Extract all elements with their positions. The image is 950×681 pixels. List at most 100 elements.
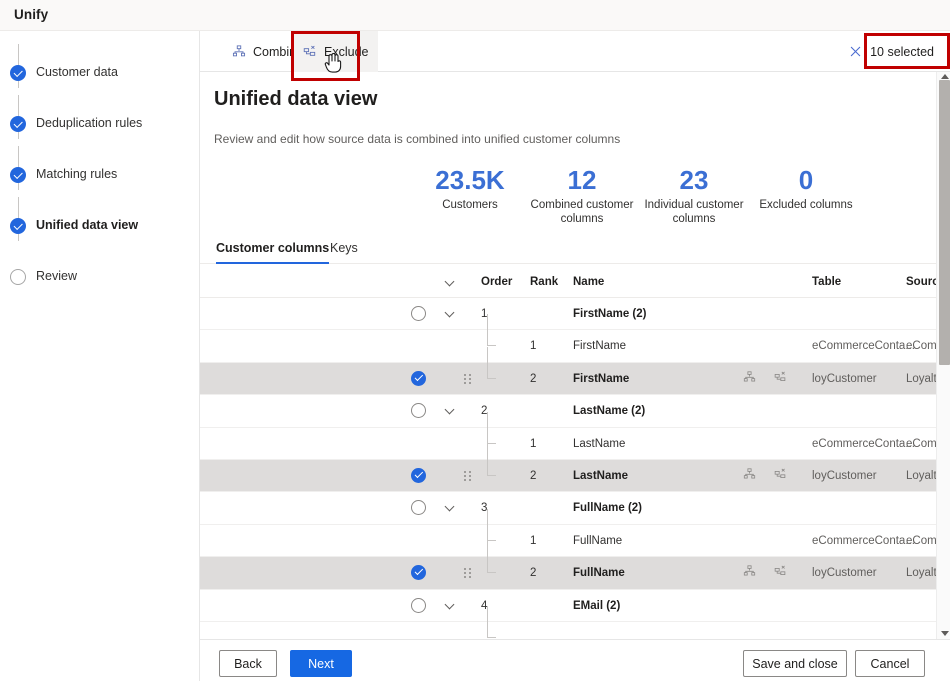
chevron-down-icon[interactable]: [446, 309, 455, 318]
sidebar-item-label: Matching rules: [36, 167, 118, 181]
tab-strip: Customer columns Keys: [200, 232, 950, 264]
tab-keys[interactable]: Keys: [330, 232, 358, 264]
kpi-caption: Individual customer columns: [644, 199, 744, 225]
cell-table: eCommerceConta...: [812, 340, 915, 353]
drag-handle-icon[interactable]: [464, 470, 471, 481]
row-checkbox[interactable]: [411, 403, 426, 419]
tree-connector: [487, 541, 496, 574]
table-header-row: Order Rank Name Table Source: [200, 268, 950, 298]
sidebar-item-review[interactable]: Review: [10, 267, 200, 289]
row-checkbox-checked[interactable]: [411, 370, 426, 386]
back-button[interactable]: Back: [219, 650, 277, 677]
column-header-order[interactable]: Order: [481, 276, 512, 288]
chevron-down-icon[interactable]: [446, 503, 455, 512]
table-row[interactable]: 1 LastName eCommerceConta... eCommerce: [200, 411, 950, 460]
column-header-rank[interactable]: Rank: [530, 276, 558, 288]
kpi-caption: Customers: [442, 199, 498, 211]
combine-icon: [232, 44, 246, 59]
tab-customer-columns[interactable]: Customer columns: [216, 232, 330, 264]
row-actions: [743, 565, 787, 578]
cell-table: eCommerceConta...: [812, 534, 915, 547]
cell-name: FirstName (2): [573, 308, 647, 320]
table-row-group[interactable]: 2 LastName (2): [200, 395, 950, 428]
scrollbar-thumb[interactable]: [939, 80, 950, 365]
clear-selection-button[interactable]: 10 selected: [839, 31, 944, 72]
next-button[interactable]: Next: [290, 650, 352, 677]
table-row[interactable]: 2 FirstName loyCustomer Loyalt: [200, 346, 950, 396]
tree-connector: [487, 508, 496, 541]
cell-table: loyCustomer: [812, 372, 877, 385]
page-title: Unified data view: [214, 88, 378, 110]
kpi-customers: 23.5K Customers: [414, 164, 526, 212]
table-row[interactable]: 1 FullName eCommerceConta... eCommerce: [200, 508, 950, 558]
customer-columns-table: Order Rank Name Table Source 1 FirstName…: [200, 268, 950, 639]
combine-icon[interactable]: [743, 565, 756, 578]
chevron-down-icon[interactable]: [446, 406, 455, 415]
cell-table: eCommerceConta...: [812, 437, 915, 450]
close-icon: [849, 45, 862, 58]
sidebar-item-matching-rules[interactable]: Matching rules: [10, 165, 200, 187]
cell-table: loyCustomer: [812, 567, 877, 580]
table-row[interactable]: 1 FirstName eCommerceConta... eCommerce: [200, 314, 950, 363]
drag-handle-icon[interactable]: [464, 568, 471, 579]
cell-rank: 1: [530, 340, 537, 353]
row-checkbox-checked[interactable]: [411, 565, 426, 581]
command-bar: Combine Exclude 10 selected: [200, 31, 950, 72]
tree-connector: [487, 605, 496, 638]
step-complete-icon: [10, 218, 26, 234]
cancel-button[interactable]: Cancel: [855, 650, 925, 677]
row-checkbox[interactable]: [411, 500, 426, 516]
drag-handle-icon[interactable]: [464, 373, 471, 384]
expand-all-chevron-icon[interactable]: [446, 278, 455, 287]
kpi-value: 23: [679, 165, 709, 195]
scroll-up-arrow-icon[interactable]: [940, 74, 949, 79]
column-header-name[interactable]: Name: [573, 276, 604, 288]
exclude-icon[interactable]: [774, 468, 787, 481]
step-complete-icon: [10, 65, 26, 81]
step-complete-icon: [10, 116, 26, 132]
sidebar-item-label: Unified data view: [36, 218, 139, 232]
kpi-value: 12: [567, 165, 597, 195]
tree-connector: [487, 314, 496, 347]
table-row[interactable]: 2 FullName loyCustomer Loyalt: [200, 541, 950, 590]
tree-connector: [487, 346, 496, 379]
cell-rank: 2: [530, 567, 537, 580]
tree-connector: [487, 443, 496, 476]
scroll-down-arrow-icon[interactable]: [940, 631, 949, 636]
kpi-value: 23.5K: [435, 165, 505, 195]
vertical-scrollbar[interactable]: [936, 72, 950, 639]
table-row-group[interactable]: 1 FirstName (2): [200, 298, 950, 331]
title-bar: Unify: [0, 0, 950, 31]
row-checkbox[interactable]: [411, 597, 426, 613]
wizard-footer: Back Next Save and close Cancel: [200, 639, 950, 681]
save-and-close-button[interactable]: Save and close: [743, 650, 847, 677]
row-checkbox-checked[interactable]: [411, 467, 426, 483]
row-actions: [743, 468, 787, 481]
cell-name: LastName: [573, 437, 626, 450]
cell-rank: 2: [530, 372, 537, 385]
row-actions: [743, 371, 787, 384]
column-header-table[interactable]: Table: [812, 276, 841, 288]
sidebar-item-unified-data-view[interactable]: Unified data view: [10, 216, 200, 238]
combine-icon[interactable]: [743, 371, 756, 384]
kpi-caption: Combined customer columns: [530, 199, 634, 225]
exclude-icon[interactable]: [774, 371, 787, 384]
chevron-down-icon[interactable]: [446, 601, 455, 610]
cell-rank: 1: [530, 437, 537, 450]
sidebar-item-label: Customer data: [36, 65, 118, 79]
combine-icon[interactable]: [743, 468, 756, 481]
sidebar-item-customer-data[interactable]: Customer data: [10, 63, 200, 85]
kpi-caption: Excluded columns: [759, 199, 853, 211]
table-row[interactable]: [200, 605, 950, 639]
table-row[interactable]: 2 LastName loyCustomer Loyalt: [200, 443, 950, 493]
sidebar-item-deduplication-rules[interactable]: Deduplication rules: [10, 114, 200, 136]
row-checkbox[interactable]: [411, 306, 426, 321]
page-subtitle: Review and edit how source data is combi…: [214, 132, 621, 146]
cell-table: loyCustomer: [812, 469, 877, 482]
table-row-group[interactable]: 4 EMail (2): [200, 589, 950, 622]
cell-name: FullName: [573, 534, 623, 547]
exclude-icon[interactable]: [774, 565, 787, 578]
cell-name: FullName: [573, 567, 625, 580]
main-content: Unified data view Review and edit how so…: [200, 72, 950, 639]
table-row-group[interactable]: 3 FullName (2): [200, 492, 950, 525]
